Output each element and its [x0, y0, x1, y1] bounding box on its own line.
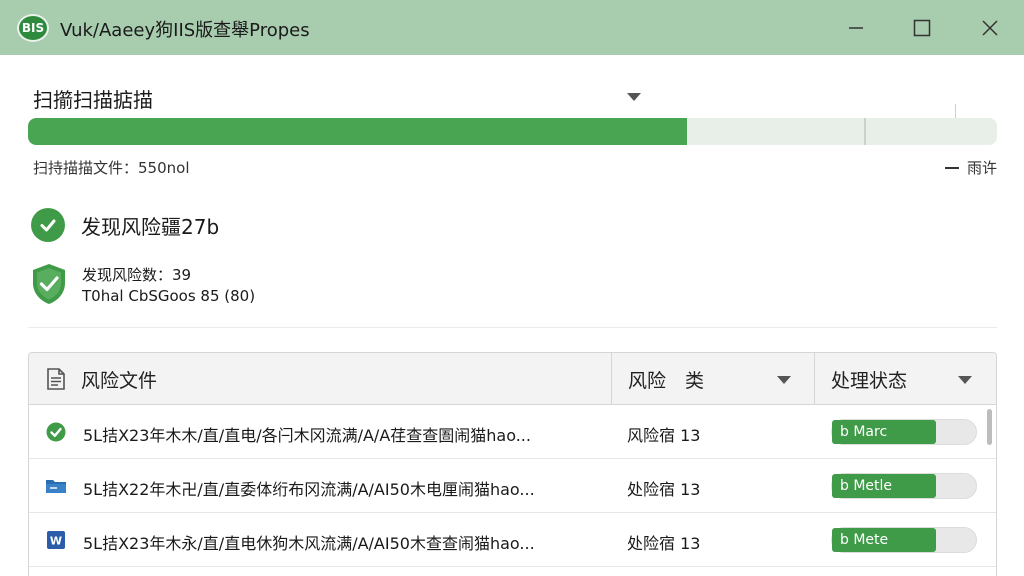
- window-title: Vuk/Aaeey狗IIS版查舉Propes: [60, 20, 310, 41]
- risk-count: 发现风险数：39: [82, 266, 192, 284]
- divider: [28, 327, 997, 328]
- maximize-icon: [913, 19, 931, 37]
- title-bar: BIS Vuk/Aaeey狗IIS版查舉Propes: [0, 0, 1024, 55]
- column-label-risk: 风险 类: [628, 369, 705, 392]
- check-icon: [45, 422, 67, 442]
- chevron-down-icon[interactable]: [627, 93, 641, 101]
- column-label-file: 风险文件: [81, 369, 158, 392]
- column-header-risk[interactable]: 风险 类: [611, 353, 814, 405]
- app-logo: BIS: [17, 14, 49, 42]
- minimize-icon: [849, 27, 863, 29]
- risk-files-table: 风险文件 风险 类 处理状态 5L拮X23年木木/直/直电/各闩木冈流满/A/A…: [28, 352, 997, 576]
- action-label: b Marc: [832, 420, 936, 444]
- action-toggle[interactable]: b Marc: [831, 419, 977, 445]
- column-header-file[interactable]: 风险文件: [45, 353, 157, 405]
- file-path: 5L拮X22年木卍/直/直委体绗布冈流满/A/AI50木电厘闹猫hao...: [83, 480, 535, 499]
- folder-icon: [45, 476, 67, 496]
- document-icon: [47, 368, 65, 390]
- risk-level: 风险宿 13: [627, 426, 701, 445]
- table-row[interactable]: 5L拮X22年木卍/直/直委体绗布冈流满/A/AI50木电厘闹猫hao... 处…: [29, 459, 996, 513]
- minimize-button[interactable]: [836, 10, 876, 46]
- minus-icon: [944, 166, 959, 169]
- chevron-down-icon[interactable]: [777, 376, 791, 384]
- result-summary: 发现风险疆27b: [31, 208, 219, 242]
- scan-progress-fill: [28, 118, 687, 145]
- risk-level: 处险宿 13: [627, 480, 701, 499]
- svg-text:W: W: [50, 535, 62, 548]
- maximize-button[interactable]: [902, 10, 942, 46]
- detail-toggle[interactable]: 雨许: [944, 157, 997, 178]
- scanned-files-status: 扫持描描文件：550nol: [33, 159, 190, 177]
- action-toggle[interactable]: b Metle: [831, 473, 977, 499]
- detail-label: 雨许: [966, 159, 997, 177]
- action-toggle[interactable]: b Mete: [831, 527, 977, 553]
- file-path: 5L拮X23年木木/直/直电/各闩木冈流满/A/A荏查查圄闹猫hao...: [83, 426, 531, 445]
- check-circle-icon: [31, 208, 65, 242]
- total-summary: T0hal CbSGoos 85 (80): [82, 287, 256, 305]
- shield-icon: [33, 264, 65, 304]
- table-row[interactable]: 5L拮X23年木木/直/直电/各闩木冈流满/A/A荏查查圄闹猫hao... 风险…: [29, 405, 996, 459]
- scan-type-select[interactable]: 扫擶扫描掂描: [33, 84, 153, 113]
- progress-marker: [864, 118, 866, 145]
- table-row[interactable]: W 5L拮X23年木永/直/直电休狗木风流满/A/AI50木查查闹猫hao...…: [29, 513, 996, 567]
- chevron-down-icon[interactable]: [958, 376, 972, 384]
- action-label: b Metle: [832, 474, 936, 498]
- table-scrollbar[interactable]: [987, 409, 992, 445]
- close-icon: [982, 20, 998, 36]
- risk-level: 处险宿 13: [627, 534, 701, 553]
- file-path: 5L拮X23年木永/直/直电休狗木风流满/A/AI50木查查闹猫hao...: [83, 534, 535, 553]
- action-label: b Mete: [832, 528, 936, 552]
- close-button[interactable]: [970, 10, 1010, 46]
- result-title: 发现风险疆27b: [81, 214, 220, 239]
- word-doc-icon: W: [45, 530, 67, 550]
- scan-progress-bar: [28, 118, 997, 145]
- column-label-status: 处理状态: [831, 369, 908, 392]
- table-header: 风险文件 风险 类 处理状态: [29, 353, 996, 405]
- column-header-status[interactable]: 处理状态: [814, 353, 996, 405]
- divider: [955, 104, 956, 118]
